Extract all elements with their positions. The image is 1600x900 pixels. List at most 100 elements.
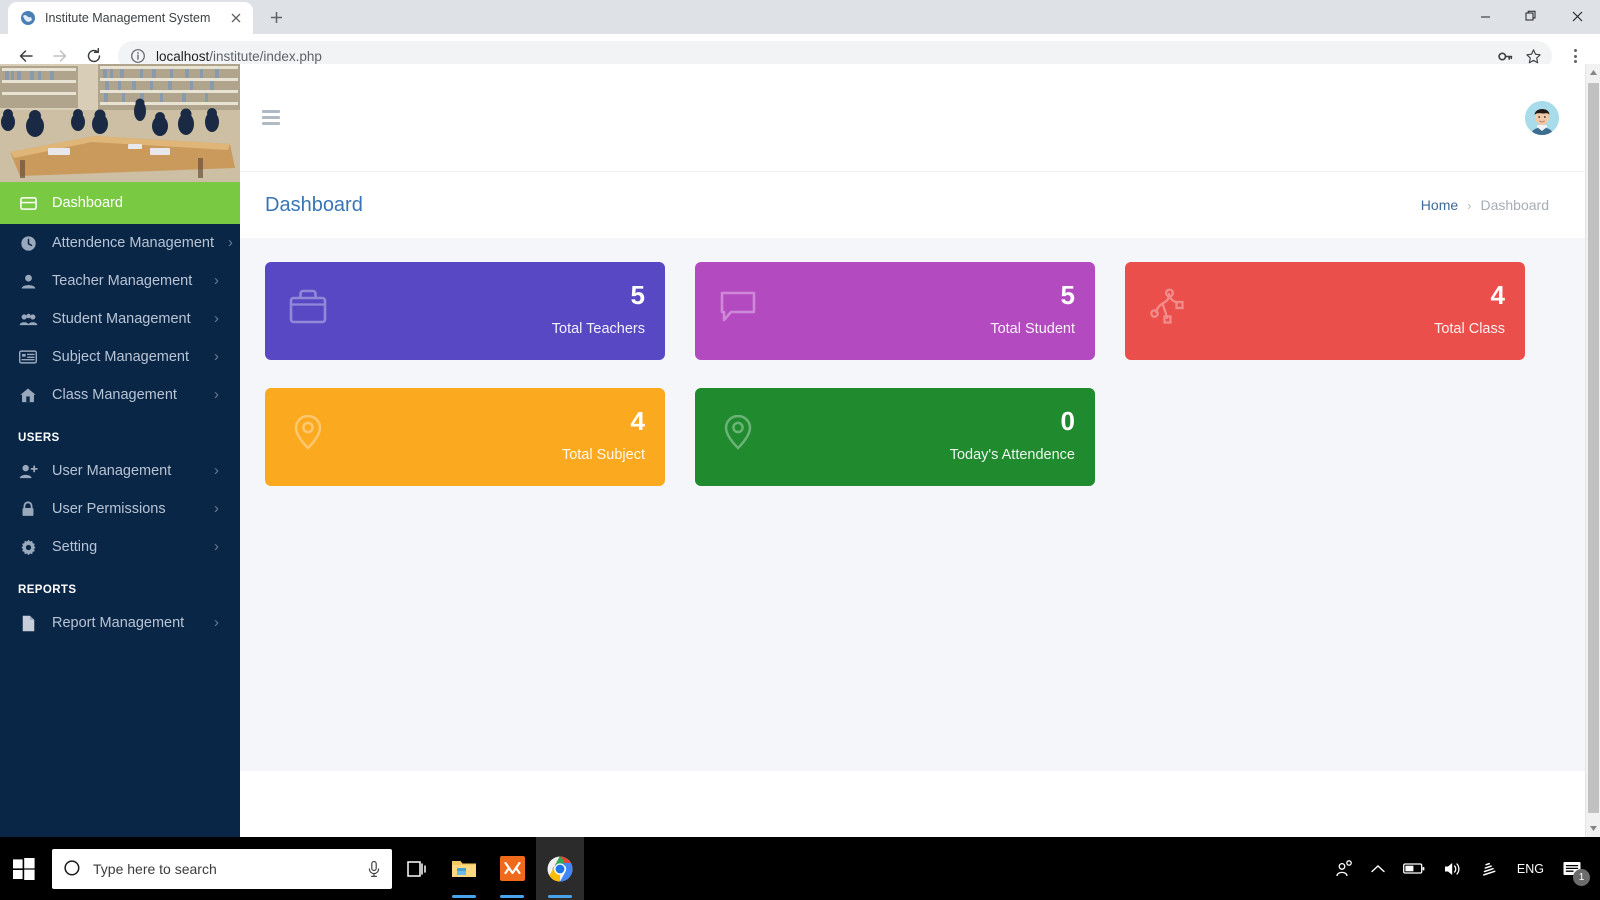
taskbar-search-placeholder: Type here to search [93,860,217,877]
library-photo [0,64,240,182]
info-circle-icon[interactable] [130,48,146,64]
sidebar-item-label: User Management [52,463,172,479]
url-path: /institute/index.php [209,48,322,64]
content-header: Dashboard Home › Dashboard [240,171,1585,238]
sidebar-item-dashboard[interactable]: Dashboard [0,182,240,224]
gear-icon [18,539,38,556]
chrome-icon[interactable] [536,837,584,900]
tab-strip: Institute Management System [0,0,1600,34]
map-pin-icon [287,411,329,458]
user-icon [18,273,38,290]
restore-button[interactable] [1508,0,1554,32]
hamburger-menu-icon[interactable] [262,110,280,125]
sidebar-item-report-management[interactable]: Report Management › [0,604,240,642]
chevron-right-icon: › [228,235,233,251]
people-share-icon[interactable] [1326,837,1362,900]
breadcrumb-current: Dashboard [1480,197,1550,213]
stat-card-total-student[interactable]: 5 Total Student [695,262,1095,360]
scroll-down-icon[interactable] [1586,820,1600,837]
dashboard-icon [18,195,38,212]
browser-window: Institute Management System localhost/in… [0,0,1600,900]
content-body: 5 Total Teachers 5 Total Student 4 Total… [240,238,1585,837]
stat-card-label: Today's Attendence [949,447,1075,463]
web-page: Dashboard Attendence Management › Teache… [0,64,1585,837]
stat-card-value: 0 [1060,406,1075,436]
lock-icon [18,500,38,518]
url-host: localhost [156,48,210,64]
battery-icon[interactable] [1394,837,1434,900]
stat-card-label: Total Student [990,321,1075,337]
sidebar-item-label: Attendence Management [52,235,215,251]
close-icon[interactable] [227,9,245,27]
sidebar-item-user-permissions[interactable]: User Permissions › [0,490,240,528]
vertical-scrollbar[interactable] [1585,64,1600,837]
sidebar: Dashboard Attendence Management › Teache… [0,64,240,837]
volume-icon[interactable] [1434,837,1471,900]
stat-card-todays-attendence[interactable]: 0 Today's Attendence [695,388,1095,486]
stat-card-value: 4 [630,406,645,436]
stat-card-total-subject[interactable]: 4 Total Subject [265,388,665,486]
stat-card-label: Total Teachers [551,321,645,337]
sidebar-item-class-management[interactable]: Class Management › [0,376,240,414]
share-nodes-icon [1147,285,1189,332]
taskbar-search-input[interactable]: Type here to search [52,848,392,889]
microphone-icon[interactable] [366,860,382,878]
sidebar-banner [0,64,240,182]
xampp-icon[interactable] [488,837,536,900]
sidebar-item-teacher-management[interactable]: Teacher Management › [0,262,240,300]
new-tab-button[interactable] [261,2,291,32]
sidebar-section-reports: REPORTS [18,584,77,596]
sidebar-item-label: Setting [52,539,98,555]
task-view-icon[interactable] [392,837,440,900]
sidebar-item-setting[interactable]: Setting › [0,528,240,566]
search-circle-icon [64,860,81,877]
sidebar-item-label: Student Management [52,311,191,327]
chevron-right-icon: › [214,463,219,479]
stat-card-value: 5 [1060,280,1075,310]
stat-card-value: 4 [1490,280,1505,310]
sidebar-item-label: Class Management [52,387,177,403]
window-controls [1462,0,1600,32]
language-indicator[interactable]: ENG [1508,837,1553,900]
home-icon [18,387,38,404]
sidebar-item-subject-management[interactable]: Subject Management › [0,338,240,376]
chevron-right-icon: › [214,615,219,631]
sidebar-item-label: User Permissions [52,501,166,517]
stat-card-total-class[interactable]: 4 Total Class [1125,262,1525,360]
page-footer [240,771,1585,837]
sidebar-item-label: Subject Management [52,349,190,365]
chevron-right-icon: › [214,349,219,365]
file-explorer-icon[interactable] [440,837,488,900]
page-title: Dashboard [265,193,363,216]
scrollbar-thumb[interactable] [1588,83,1599,813]
windows-start-icon[interactable] [0,837,48,900]
stat-card-label: Total Class [1434,321,1505,337]
wifi-icon[interactable] [1471,837,1508,900]
sidebar-item-student-management[interactable]: Student Management › [0,300,240,338]
sidebar-item-attendence-management[interactable]: Attendence Management › [0,224,240,262]
user-avatar[interactable] [1525,100,1559,135]
users-icon [18,311,38,328]
tab-title: Institute Management System [45,11,211,25]
briefcase-icon [287,285,329,332]
chevron-right-icon: › [214,501,219,517]
sidebar-item-label: Dashboard [52,195,123,211]
clock-icon [18,235,38,252]
scroll-up-icon[interactable] [1586,64,1600,81]
minimize-button[interactable] [1462,0,1508,32]
file-icon [18,615,38,632]
chevron-right-icon: › [214,387,219,403]
browser-tab[interactable]: Institute Management System [8,2,253,34]
sidebar-item-user-management[interactable]: User Management › [0,452,240,490]
chat-bubble-icon [717,285,759,332]
close-button[interactable] [1554,0,1600,32]
stat-card-grid: 5 Total Teachers 5 Total Student 4 Total… [265,262,1560,514]
sidebar-item-label: Report Management [52,615,185,631]
footer-block [1389,781,1489,813]
stat-card-value: 5 [630,280,645,310]
breadcrumb-home[interactable]: Home [1421,197,1458,213]
page-viewport: Dashboard Attendence Management › Teache… [0,64,1600,837]
stat-card-total-teachers[interactable]: 5 Total Teachers [265,262,665,360]
chevron-up-icon[interactable] [1362,837,1394,900]
notification-icon[interactable]: 1 [1553,837,1594,900]
